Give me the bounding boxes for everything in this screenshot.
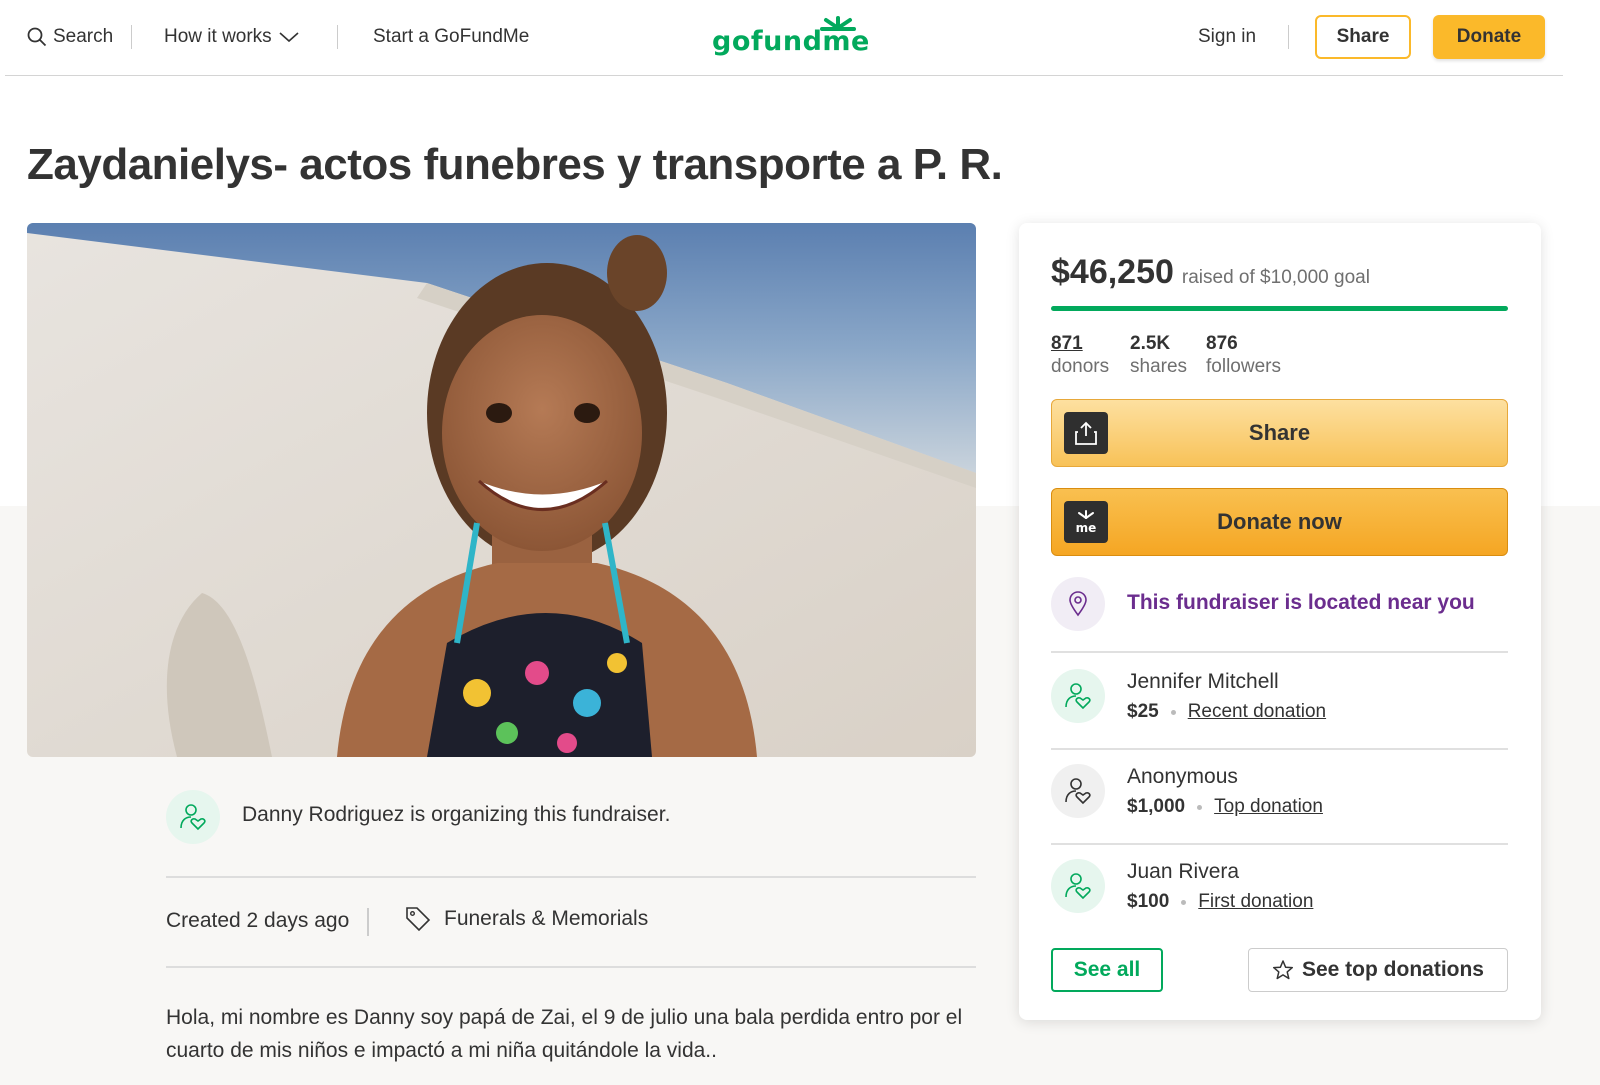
- section-divider: [166, 876, 976, 878]
- start-gofundme-link[interactable]: Start a GoFundMe: [373, 22, 529, 52]
- donor-name: Juan Rivera: [1127, 860, 1240, 883]
- organizer-text: Danny Rodriguez is organizing this fundr…: [242, 803, 671, 826]
- share-button-label: Share: [1248, 420, 1311, 445]
- header-share-button[interactable]: Share: [1315, 15, 1411, 59]
- how-it-works-menu[interactable]: How it works: [164, 22, 300, 52]
- stat-label: shares: [1130, 356, 1188, 377]
- stat-shares: 2.5K shares: [1130, 333, 1187, 378]
- section-divider: [166, 966, 976, 968]
- donor-heart-icon: [1065, 873, 1091, 900]
- category-label: Funerals & Memorials: [444, 907, 649, 930]
- separator-dot: [1197, 804, 1203, 810]
- donation-details: $25 Recent donation: [1127, 701, 1326, 723]
- donation-amount: $1,000: [1127, 796, 1186, 817]
- stat-label: donors: [1051, 356, 1110, 377]
- donation-type-link[interactable]: First donation: [1198, 891, 1313, 913]
- donor-avatar: [1051, 859, 1105, 913]
- share-upload-icon: [1064, 412, 1108, 454]
- donation-type-link[interactable]: Recent donation: [1188, 701, 1326, 723]
- logo-text: gofundme: [712, 26, 870, 57]
- campaign-photo: [27, 223, 976, 757]
- donation-details: $1,000 Top donation: [1127, 796, 1323, 818]
- campaign-title: Zaydanielys- actos funebres y transporte…: [27, 140, 1003, 189]
- stat-number: 876: [1206, 333, 1238, 354]
- location-pin-icon: [1051, 577, 1105, 631]
- donation-amount: $100: [1127, 891, 1170, 912]
- see-top-donations-label: See top donations: [1301, 958, 1484, 981]
- campaign-photo-illustration: [27, 223, 976, 757]
- donate-now-label: Donate now: [1217, 509, 1342, 534]
- progress-bar-fill: [1051, 306, 1508, 311]
- donor-heart-icon: [1065, 778, 1091, 805]
- sign-in-link[interactable]: Sign in: [1198, 22, 1256, 52]
- tag-icon: [406, 907, 431, 932]
- donation-item: Jennifer Mitchell $25 Recent donation: [1051, 655, 1508, 750]
- search-button[interactable]: Search: [27, 22, 113, 52]
- gofundme-logo[interactable]: gofundme: [712, 14, 869, 64]
- campaign-story: Hola, mi nombre es Danny soy papá de Zai…: [166, 1006, 963, 1062]
- site-header: Search How it works Start a GoFundMe gof…: [5, 0, 1563, 76]
- start-gofundme-label: Start a GoFundMe: [373, 26, 530, 47]
- raised-goal-text: raised of $10,000 goal: [1181, 267, 1370, 288]
- search-label: Search: [53, 26, 114, 47]
- donation-type-link[interactable]: Top donation: [1214, 796, 1323, 818]
- donor-name: Anonymous: [1127, 765, 1238, 788]
- separator-dot: [1181, 899, 1187, 905]
- sign-in-label: Sign in: [1198, 26, 1257, 47]
- donor-avatar: [1051, 764, 1105, 818]
- nav-divider: [1288, 25, 1289, 49]
- donor-heart-icon: [1065, 683, 1091, 710]
- raised-amount: $46,250: [1051, 253, 1174, 291]
- nav-divider: [337, 25, 338, 49]
- donation-item: Anonymous $1,000 Top donation: [1051, 750, 1508, 845]
- me-icon-text: me: [1076, 521, 1097, 535]
- header-donate-button[interactable]: Donate: [1433, 15, 1545, 59]
- category-link[interactable]: Funerals & Memorials: [404, 905, 648, 933]
- stat-number: 871: [1051, 333, 1083, 354]
- donation-sidebar-card: $46,250 raised of $10,000 goal 871 donor…: [1019, 223, 1541, 1020]
- donate-now-button[interactable]: me Donate now: [1051, 488, 1508, 556]
- donation-details: $100 First donation: [1127, 891, 1313, 913]
- raised-summary: $46,250 raised of $10,000 goal: [1051, 253, 1370, 292]
- stat-number: 2.5K: [1130, 333, 1171, 354]
- created-date: Created 2 days ago: [166, 909, 350, 932]
- gofundme-me-icon: me: [1064, 501, 1108, 543]
- donation-amount: $25: [1127, 701, 1159, 722]
- progress-bar: [1051, 306, 1508, 311]
- see-all-button[interactable]: See all: [1051, 948, 1163, 992]
- star-icon: [1272, 960, 1294, 980]
- donor-heart-icon: [180, 804, 206, 831]
- meta-divider: [367, 908, 369, 936]
- donation-item: Juan Rivera $100 First donation: [1051, 845, 1508, 940]
- stat-donors[interactable]: 871 donors: [1051, 333, 1109, 378]
- stat-label: followers: [1206, 356, 1281, 377]
- search-icon: [27, 27, 47, 47]
- how-it-works-label: How it works: [164, 26, 272, 47]
- donor-name: Jennifer Mitchell: [1127, 670, 1279, 693]
- stat-followers: 876 followers: [1206, 333, 1281, 378]
- separator-dot: [1170, 709, 1176, 715]
- organizer-avatar: [166, 790, 220, 844]
- nav-divider: [131, 25, 132, 49]
- share-button[interactable]: Share: [1051, 399, 1508, 467]
- location-notice-text: This fundraiser is located near you: [1127, 591, 1475, 614]
- see-top-donations-button[interactable]: See top donations: [1248, 948, 1508, 992]
- donor-avatar: [1051, 669, 1105, 723]
- location-notice: This fundraiser is located near you: [1051, 577, 1508, 653]
- chevron-down-icon: [279, 32, 299, 43]
